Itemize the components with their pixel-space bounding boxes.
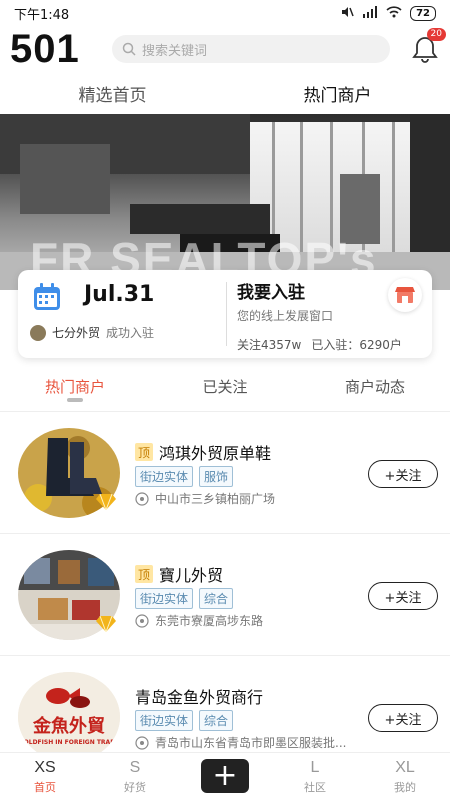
tab-merchant-news[interactable]: 商户动态 xyxy=(300,376,450,397)
avatar xyxy=(30,324,46,341)
banner-slat xyxy=(392,122,395,252)
merchant-name: 鸿琪外贸原单鞋 xyxy=(159,444,272,463)
header: 501 搜索关键词 20 xyxy=(0,26,450,72)
app-screen: 下午1:48 72 501 搜索关键词 20 精选首页 热门商户 FR SEAL… xyxy=(0,0,450,800)
diamond-badge-icon xyxy=(96,615,116,634)
nav-publish[interactable]: + xyxy=(180,753,270,800)
merchant-address: 青岛市山东省青岛市即墨区服装批... xyxy=(135,734,346,751)
nav-label: 好货 xyxy=(124,780,146,794)
merchant-name-row: 顶 鸿琪外贸原单鞋 xyxy=(135,440,271,464)
merchant-item[interactable]: 顶 鸿琪外贸原单鞋 街边实体 服饰 中山市三乡镇柏丽广场 +关注 xyxy=(0,412,450,534)
status-time: 下午1:48 xyxy=(14,7,70,23)
tab-hot-merchants[interactable]: 热门商户 xyxy=(225,81,450,106)
nav-glyph: L xyxy=(310,758,320,776)
signal-icon xyxy=(362,5,378,21)
merchant-avatar: 金魚外貿 GOLDFISH IN FOREIGN TRADE xyxy=(18,672,120,762)
join-panel[interactable]: 我要入驻 您的线上发展窗口 关注4357w 已入驻：6290户 xyxy=(227,270,432,358)
info-card: Jul.31 七分外贸 成功入驻 我要入驻 您的线上发展窗口 关注4357w 已… xyxy=(18,270,432,358)
followers-count: 关注4357w xyxy=(237,338,302,352)
join-stats: 关注4357w 已入驻：6290户 xyxy=(237,336,432,353)
mute-icon xyxy=(340,6,354,21)
goldfish-logo: 金魚外貿 GOLDFISH IN FOREIGN TRADE xyxy=(18,672,120,762)
notification-badge: 20 xyxy=(426,28,446,41)
app-logo: 501 xyxy=(10,26,80,71)
follow-button[interactable]: +关注 xyxy=(368,460,438,488)
merchant-address-text: 青岛市山东省青岛市即墨区服装批... xyxy=(155,736,347,750)
plus-icon: + xyxy=(201,758,249,793)
merchant-tag: 街边实体 xyxy=(135,466,194,487)
merchant-address: 中山市三乡镇柏丽广场 xyxy=(135,490,275,507)
banner-right-wall xyxy=(410,114,450,254)
merchant-tags: 街边实体 综合 xyxy=(135,588,234,609)
news-merchant-name: 七分外贸 xyxy=(52,326,101,340)
nav-glyph: XL xyxy=(395,758,415,776)
merchant-tag: 综合 xyxy=(199,710,234,731)
joined-count: 已入驻：6290户 xyxy=(311,338,402,352)
nav-label: 社区 xyxy=(304,780,326,794)
join-date: Jul.31 xyxy=(84,282,155,307)
search-input[interactable]: 搜索关键词 xyxy=(112,35,390,63)
latest-join-news: 七分外贸 成功入驻 xyxy=(30,324,154,341)
top-tabs: 精选首页 热门商户 xyxy=(0,72,450,114)
nav-community[interactable]: L 社区 xyxy=(270,753,360,800)
banner-display-table xyxy=(130,204,270,234)
merchant-address: 东莞市寮厦高埗东路 xyxy=(135,612,263,629)
tab-hot-label: 热门商户 xyxy=(44,378,105,396)
logo-subtext: GOLDFISH IN FOREIGN TRADE xyxy=(19,739,120,746)
news-text: 成功入驻 xyxy=(106,326,155,340)
logo-text: 金魚外貿 xyxy=(32,715,105,737)
merchant-tabs: 热门商户 已关注 商户动态 xyxy=(0,362,450,412)
status-icons: 72 xyxy=(340,5,436,21)
latest-join-panel[interactable]: Jul.31 七分外贸 成功入驻 xyxy=(18,270,226,358)
nav-home[interactable]: XS 首页 xyxy=(0,753,90,800)
merchant-item[interactable]: 顶 寶儿外贸 街边实体 综合 东莞市寮厦高埗东路 +关注 xyxy=(0,534,450,656)
merchant-tags: 街边实体 服饰 xyxy=(135,466,234,487)
diamond-badge-icon xyxy=(96,493,116,512)
nav-glyph: XS xyxy=(34,758,56,776)
nav-label: 我的 xyxy=(394,780,416,794)
location-icon xyxy=(135,613,149,628)
location-icon xyxy=(135,735,149,750)
follow-button[interactable]: +关注 xyxy=(368,704,438,732)
merchant-tag: 服饰 xyxy=(199,466,234,487)
top-badge: 顶 xyxy=(135,443,153,461)
merchant-address-text: 东莞市寮厦高埗东路 xyxy=(155,614,264,628)
nav-goods[interactable]: S 好货 xyxy=(90,753,180,800)
search-placeholder: 搜索关键词 xyxy=(142,43,208,59)
follow-button[interactable]: +关注 xyxy=(368,582,438,610)
merchant-address-text: 中山市三乡镇柏丽广场 xyxy=(155,492,276,506)
merchant-tag: 综合 xyxy=(199,588,234,609)
top-badge: 顶 xyxy=(135,565,153,583)
merchant-tags: 街边实体 综合 xyxy=(135,710,234,731)
search-icon xyxy=(122,42,136,56)
tab-featured[interactable]: 精选首页 xyxy=(0,81,225,106)
shop-icon[interactable] xyxy=(388,278,422,312)
banner-shelf xyxy=(20,144,110,214)
tab-hot[interactable]: 热门商户 xyxy=(0,376,150,402)
merchant-name: 寶儿外贸 xyxy=(159,566,224,585)
calendar-icon xyxy=(32,282,62,316)
merchant-tag: 街边实体 xyxy=(135,710,194,731)
battery-icon: 72 xyxy=(410,5,436,21)
active-tab-indicator xyxy=(67,398,83,402)
merchant-name-row: 青岛金鱼外贸商行 xyxy=(135,684,263,708)
tab-followed[interactable]: 已关注 xyxy=(150,376,300,397)
merchant-name: 青岛金鱼外贸商行 xyxy=(135,688,264,707)
notification-button[interactable]: 20 xyxy=(410,28,446,64)
merchant-tag: 街边实体 xyxy=(135,588,194,609)
bottom-nav: XS 首页 S 好货 + L 社区 XL 我的 xyxy=(0,752,450,800)
nav-label: 首页 xyxy=(34,780,56,794)
wifi-icon xyxy=(386,5,402,21)
merchant-name-row: 顶 寶儿外贸 xyxy=(135,562,223,586)
merchant-list: 顶 鸿琪外贸原单鞋 街边实体 服饰 中山市三乡镇柏丽广场 +关注 顶 寶儿外贸 … xyxy=(0,412,450,778)
store-banner[interactable]: FR SEALTOP's xyxy=(0,114,450,290)
nav-profile[interactable]: XL 我的 xyxy=(360,753,450,800)
status-bar: 下午1:48 72 xyxy=(0,0,450,26)
nav-glyph: S xyxy=(129,758,141,776)
location-icon xyxy=(135,491,149,506)
